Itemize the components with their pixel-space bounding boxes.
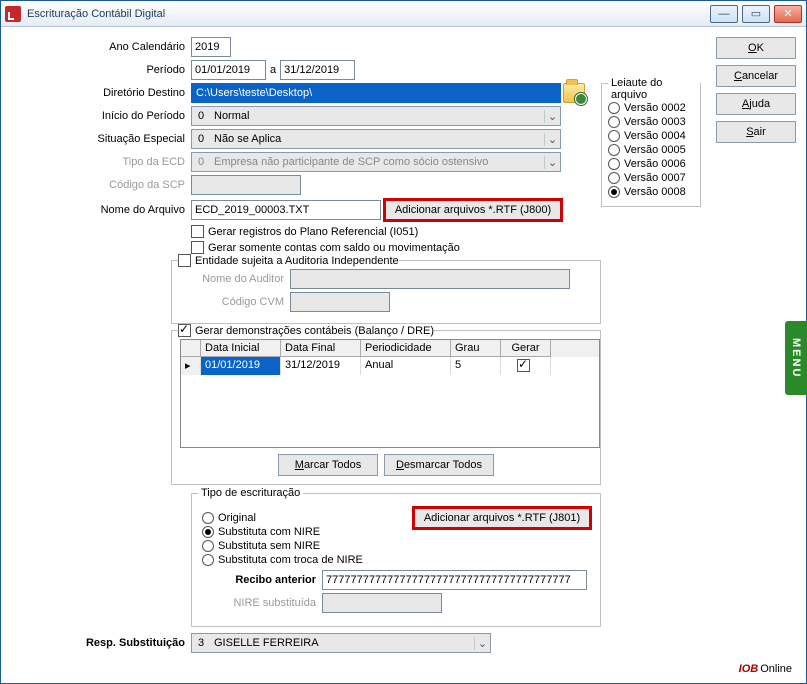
cancel-button[interactable]: Cancelar: [716, 65, 796, 87]
chevron-down-icon: ⌄: [544, 156, 560, 169]
tipo-escrituracao-group: Tipo de escrituração Adicionar arquivos …: [191, 493, 601, 627]
demo-table: Data Inicial Data Final Periodicidade Gr…: [180, 339, 600, 448]
close-button[interactable]: ✕: [774, 5, 802, 23]
cod-cvm-input: [290, 292, 390, 312]
resp-sub-select[interactable]: 3 GISELLE FERREIRA ⌄: [191, 633, 491, 653]
exit-button[interactable]: Sair: [716, 121, 796, 143]
label-nome-arq: Nome do Arquivo: [11, 204, 191, 216]
desmarcar-todos-button[interactable]: Desmarcar Todos: [384, 454, 494, 476]
chk-auditoria[interactable]: [178, 254, 191, 267]
nire-sub-input: [322, 593, 442, 613]
marcar-todos-button[interactable]: Marcar Todos: [278, 454, 378, 476]
menu-tab[interactable]: MENU: [785, 321, 807, 395]
label-tipo-ecd: Tipo da ECD: [11, 156, 191, 168]
recibo-input[interactable]: [322, 570, 587, 590]
label-a: a: [266, 64, 280, 76]
app-icon: [5, 6, 21, 22]
periodo-ini-input[interactable]: [191, 60, 266, 80]
window-title: Escrituração Contábil Digital: [27, 8, 165, 20]
cod-scp-input: [191, 175, 301, 195]
chevron-down-icon: ⌄: [544, 110, 560, 123]
label-cod-scp: Código da SCP: [11, 179, 191, 191]
label-situacao: Situação Especial: [11, 133, 191, 145]
gerar-chk[interactable]: [517, 359, 530, 372]
add-rtf-j801-button[interactable]: Adicionar arquivos *.RTF (J801): [412, 506, 592, 530]
label-dir: Diretório Destino: [11, 87, 191, 99]
situacao-select[interactable]: 0 Não se Aplica ⌄: [191, 129, 561, 149]
label-ano: Ano Calendário: [11, 41, 191, 53]
ok-button[interactable]: OK: [716, 37, 796, 59]
inicio-select[interactable]: 0 Normal ⌄: [191, 106, 561, 126]
chevron-down-icon: ⌄: [474, 637, 490, 650]
chk-saldo[interactable]: [191, 241, 204, 254]
help-button[interactable]: Ajuda: [716, 93, 796, 115]
radio-troca-nire[interactable]: Substituta com troca de NIRE: [202, 554, 590, 566]
minimize-button[interactable]: —: [710, 5, 738, 23]
titlebar: Escrituração Contábil Digital — ▭ ✕: [1, 1, 806, 27]
chevron-down-icon: ⌄: [544, 133, 560, 146]
radio-sem-nire[interactable]: Substituta sem NIRE: [202, 540, 590, 552]
browse-folder-icon[interactable]: [563, 83, 585, 103]
brand-footer: IOBOnline: [739, 663, 792, 675]
maximize-button[interactable]: ▭: [742, 5, 770, 23]
periodo-fim-input[interactable]: [280, 60, 355, 80]
nome-auditor-input: [290, 269, 570, 289]
chk-plano[interactable]: [191, 225, 204, 238]
tipo-ecd-select: 0 Empresa não participante de SCP como s…: [191, 152, 561, 172]
chk-demonstracoes[interactable]: [178, 324, 191, 337]
dir-input[interactable]: C:\Users\teste\Desktop\: [191, 83, 561, 103]
add-rtf-j800-button[interactable]: Adicionar arquivos *.RTF (J800): [383, 198, 563, 222]
ano-input[interactable]: [191, 37, 231, 57]
nome-arquivo-input[interactable]: [191, 200, 381, 220]
table-row[interactable]: ▸ 01/01/2019 31/12/2019 Anual 5: [181, 357, 599, 375]
label-periodo: Período: [11, 64, 191, 76]
label-inicio: Início do Período: [11, 110, 191, 122]
